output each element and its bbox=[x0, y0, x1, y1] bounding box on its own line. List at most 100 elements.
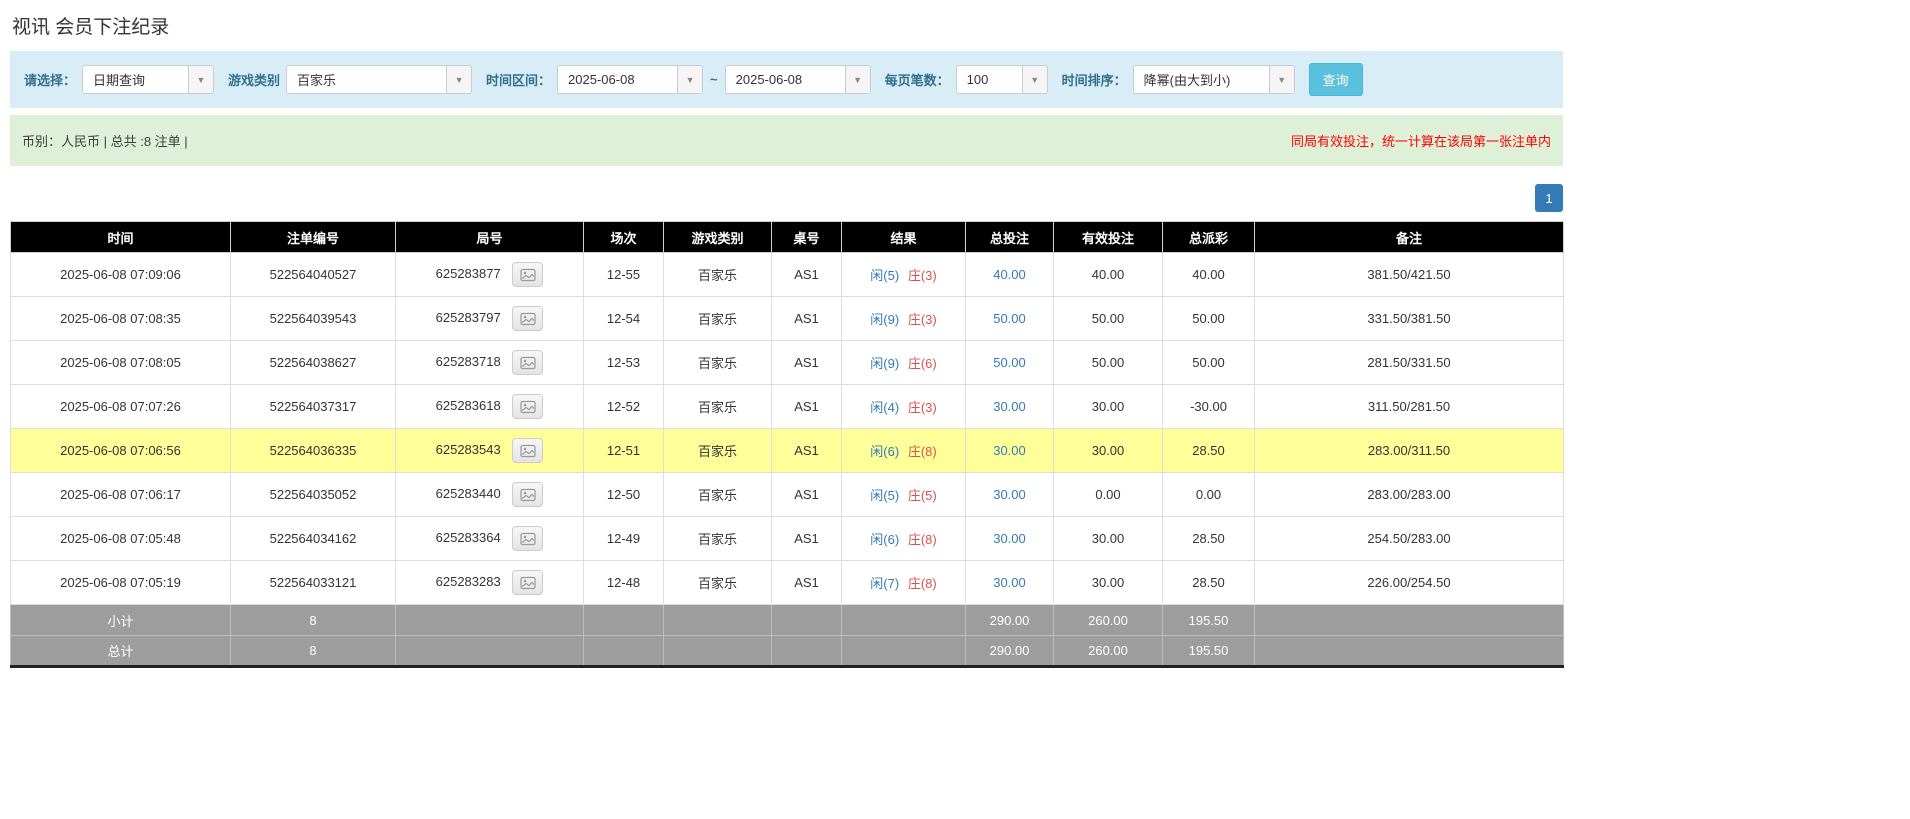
summary-total-bet-cell: 290.00 bbox=[966, 605, 1054, 636]
summary-valid-bet-cell: 260.00 bbox=[1054, 605, 1163, 636]
result-banker: 庄(3) bbox=[908, 268, 937, 283]
game-type-cell: 百家乐 bbox=[664, 297, 772, 341]
valid-bet-cell: 50.00 bbox=[1054, 341, 1163, 385]
summary-label-cell: 小计 bbox=[11, 605, 231, 636]
total-bet-cell: 40.00 bbox=[966, 253, 1054, 297]
valid-bet-cell: 50.00 bbox=[1054, 297, 1163, 341]
result-banker: 庄(8) bbox=[908, 576, 937, 591]
video-replay-icon bbox=[520, 268, 536, 282]
remark-cell: 226.00/254.50 bbox=[1255, 561, 1564, 605]
remark-cell: 381.50/421.50 bbox=[1255, 253, 1564, 297]
total-bet-link[interactable]: 30.00 bbox=[993, 531, 1026, 546]
chevron-down-icon[interactable]: ▼ bbox=[188, 66, 213, 93]
table-row: 2025-06-08 07:08:35 522564039543 6252837… bbox=[11, 297, 1564, 341]
video-replay-button[interactable] bbox=[512, 306, 543, 331]
date-from-select[interactable]: 2025-06-08 ▼ bbox=[557, 65, 703, 94]
video-replay-button[interactable] bbox=[512, 262, 543, 287]
result-banker: 庄(5) bbox=[908, 488, 937, 503]
result-player: 闲(6) bbox=[870, 444, 899, 459]
sort-order-label: 时间排序： bbox=[1062, 70, 1127, 89]
total-bet-cell: 30.00 bbox=[966, 473, 1054, 517]
search-button[interactable]: 查询 bbox=[1309, 63, 1363, 96]
query-type-select[interactable]: 日期查询 ▼ bbox=[82, 65, 214, 94]
total-bet-link[interactable]: 30.00 bbox=[993, 575, 1026, 590]
result-cell: 闲(4) 庄(3) bbox=[842, 385, 966, 429]
sort-order-select[interactable]: 降幂(由大到小) ▼ bbox=[1133, 65, 1295, 94]
round-cell: 625283877 bbox=[396, 253, 584, 297]
pagination: 1 bbox=[10, 184, 1563, 212]
bet-id-cell: 522564036335 bbox=[231, 429, 396, 473]
column-header: 桌号 bbox=[772, 222, 842, 253]
bet-id-cell: 522564038627 bbox=[231, 341, 396, 385]
sort-order-value: 降幂(由大到小) bbox=[1134, 70, 1269, 89]
summary-total-bet-cell: 290.00 bbox=[966, 636, 1054, 667]
video-replay-button[interactable] bbox=[512, 350, 543, 375]
time-cell: 2025-06-08 07:08:05 bbox=[11, 341, 231, 385]
empty-cell bbox=[584, 636, 664, 667]
total-bet-link[interactable]: 50.00 bbox=[993, 355, 1026, 370]
total-bet-link[interactable]: 30.00 bbox=[993, 443, 1026, 458]
remark-cell: 254.50/283.00 bbox=[1255, 517, 1564, 561]
summary-payout-cell: 195.50 bbox=[1163, 636, 1255, 667]
video-replay-button[interactable] bbox=[512, 570, 543, 595]
date-to-value: 2025-06-08 bbox=[726, 72, 845, 87]
total-bet-cell: 30.00 bbox=[966, 385, 1054, 429]
empty-cell bbox=[1255, 605, 1564, 636]
bet-records-table: 时间注单编号局号场次游戏类别桌号结果总投注有效投注总派彩备注 2025-06-0… bbox=[10, 221, 1564, 668]
session-cell: 12-50 bbox=[584, 473, 664, 517]
table-row: 2025-06-08 07:06:17 522564035052 6252834… bbox=[11, 473, 1564, 517]
total-bet-link[interactable]: 30.00 bbox=[993, 399, 1026, 414]
session-cell: 12-51 bbox=[584, 429, 664, 473]
total-bet-cell: 30.00 bbox=[966, 561, 1054, 605]
bet-id-cell: 522564034162 bbox=[231, 517, 396, 561]
video-replay-button[interactable] bbox=[512, 394, 543, 419]
result-banker: 庄(8) bbox=[908, 444, 937, 459]
result-player: 闲(9) bbox=[870, 356, 899, 371]
game-type-label: 游戏类别 bbox=[228, 70, 280, 89]
chevron-down-icon[interactable]: ▼ bbox=[677, 66, 702, 93]
chevron-down-icon[interactable]: ▼ bbox=[1022, 66, 1047, 93]
column-header: 总投注 bbox=[966, 222, 1054, 253]
valid-bet-cell: 30.00 bbox=[1054, 517, 1163, 561]
time-cell: 2025-06-08 07:05:19 bbox=[11, 561, 231, 605]
round-number: 625283364 bbox=[436, 530, 501, 545]
page-size-select[interactable]: 100 ▼ bbox=[956, 65, 1048, 94]
video-replay-icon bbox=[520, 532, 536, 546]
game-type-cell: 百家乐 bbox=[664, 429, 772, 473]
date-to-select[interactable]: 2025-06-08 ▼ bbox=[725, 65, 871, 94]
chevron-down-icon[interactable]: ▼ bbox=[1269, 66, 1294, 93]
time-cell: 2025-06-08 07:07:26 bbox=[11, 385, 231, 429]
video-replay-button[interactable] bbox=[512, 482, 543, 507]
table-header-row: 时间注单编号局号场次游戏类别桌号结果总投注有效投注总派彩备注 bbox=[11, 222, 1564, 253]
time-cell: 2025-06-08 07:06:56 bbox=[11, 429, 231, 473]
payout-cell: 28.50 bbox=[1163, 429, 1255, 473]
total-bet-cell: 30.00 bbox=[966, 517, 1054, 561]
page-button-1[interactable]: 1 bbox=[1535, 184, 1563, 212]
round-cell: 625283543 bbox=[396, 429, 584, 473]
column-header: 注单编号 bbox=[231, 222, 396, 253]
chevron-down-icon[interactable]: ▼ bbox=[845, 66, 870, 93]
result-player: 闲(9) bbox=[870, 312, 899, 327]
summary-label-cell: 总计 bbox=[11, 636, 231, 667]
chevron-down-icon[interactable]: ▼ bbox=[446, 66, 471, 93]
result-cell: 闲(9) 庄(3) bbox=[842, 297, 966, 341]
valid-bet-notice-text: 同局有效投注，统一计算在该局第一张注单内 bbox=[1291, 131, 1551, 150]
video-replay-button[interactable] bbox=[512, 438, 543, 463]
total-bet-cell: 30.00 bbox=[966, 429, 1054, 473]
video-replay-button[interactable] bbox=[512, 526, 543, 551]
game-type-cell: 百家乐 bbox=[664, 385, 772, 429]
result-banker: 庄(6) bbox=[908, 356, 937, 371]
table-body: 2025-06-08 07:09:06 522564040527 6252838… bbox=[11, 253, 1564, 605]
game-type-select[interactable]: 百家乐 ▼ bbox=[286, 65, 472, 94]
empty-cell bbox=[396, 636, 584, 667]
total-bet-link[interactable]: 50.00 bbox=[993, 311, 1026, 326]
total-bet-link[interactable]: 40.00 bbox=[993, 267, 1026, 282]
round-number: 625283440 bbox=[436, 486, 501, 501]
total-bet-link[interactable]: 30.00 bbox=[993, 487, 1026, 502]
result-banker: 庄(3) bbox=[908, 400, 937, 415]
video-replay-icon bbox=[520, 488, 536, 502]
time-cell: 2025-06-08 07:08:35 bbox=[11, 297, 231, 341]
empty-cell bbox=[842, 636, 966, 667]
query-type-value: 日期查询 bbox=[83, 70, 188, 89]
valid-bet-cell: 30.00 bbox=[1054, 385, 1163, 429]
